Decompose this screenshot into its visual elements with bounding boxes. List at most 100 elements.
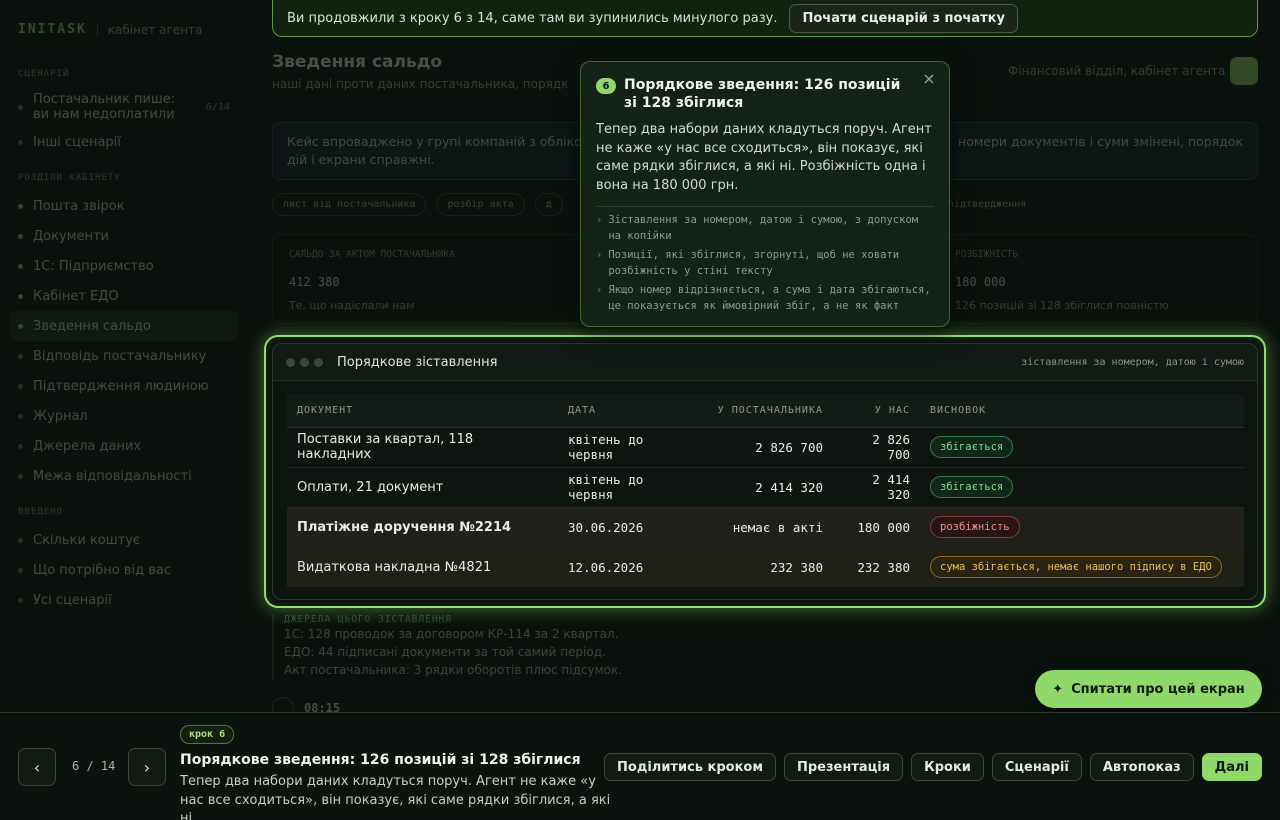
stat-caption: Те, що надіслали нам — [289, 299, 415, 312]
steps-button[interactable]: Кроки — [911, 753, 984, 781]
sidebar-item-label: Пошта звірок — [33, 198, 125, 214]
chevron-right-icon: › — [143, 757, 151, 777]
stat-label: САЛЬДО ЗА АКТОМ ПОСТАЧАЛЬНИКА — [289, 249, 455, 260]
status-badge: розбіжність — [930, 516, 1020, 538]
table-row[interactable]: Видаткова накладна №4821 12.06.2026 232 … — [287, 547, 1244, 587]
info-note-line: номери документів і суми змінені, порядо… — [958, 134, 1243, 149]
source-line: 1С: 128 проводок за договором КР-114 за … — [284, 627, 619, 641]
sidebar-item-data-sources[interactable]: Джерела даних — [10, 431, 238, 461]
column-header: У НАС — [833, 394, 920, 428]
stage-chip[interactable]: лист від постачальника — [272, 193, 427, 216]
popover-bullet: › Позиції, які збіглися, згорнуті, щоб не… — [596, 248, 934, 279]
table-row[interactable]: Платіжне доручення №2214 30.06.2026 нема… — [287, 507, 1244, 548]
window-title: Порядкове зіставлення — [337, 354, 498, 370]
chevron-right-icon: › — [596, 284, 603, 296]
step-number-badge: 6 — [596, 78, 616, 94]
stat-label: РОЗБІЖНІСТЬ — [955, 249, 1018, 260]
cell-verdict: збігається — [920, 467, 1244, 508]
stage-chip[interactable]: д — [534, 193, 563, 216]
sidebar-section-sections: РОЗДІЛИ КАБІНЕТУ — [18, 173, 121, 183]
sidebar-item-log[interactable]: Журнал — [10, 401, 238, 431]
dot-icon — [18, 139, 23, 145]
cell-our-amount: 2 826 700 — [833, 427, 920, 468]
dot-icon — [18, 413, 23, 419]
sidebar-item-all-scenarios[interactable]: Усі сценарії — [10, 585, 238, 615]
sidebar-item-balance[interactable]: Зведення сальдо — [10, 311, 238, 341]
resume-banner: Ви продовжили з кроку 6 з 14, саме там в… — [272, 0, 1258, 37]
sidebar-item-current-scenario[interactable]: Постачальник пише: ви нам недоплатили 6/… — [10, 87, 238, 127]
table-header-row: ДОКУМЕНТ ДАТА У ПОСТАЧАЛЬНИКА У НАС ВИСН… — [287, 394, 1244, 428]
sidebar-item-reply[interactable]: Відповідь постачальнику — [10, 341, 238, 371]
cell-supplier-amount: 2 826 700 — [698, 427, 833, 468]
scenarios-button[interactable]: Сценарії — [991, 753, 1082, 781]
tour-step-title: Порядкове зведення: 126 позицій зі 128 з… — [180, 752, 581, 768]
sidebar-item-label: Джерела даних — [33, 438, 142, 454]
column-header: ДОКУМЕНТ — [287, 394, 558, 428]
stat-value: 412 380 — [289, 275, 340, 289]
sidebar-item-documents[interactable]: Документи — [10, 221, 238, 251]
reconciliation-table: ДОКУМЕНТ ДАТА У ПОСТАЧАЛЬНИКА У НАС ВИСН… — [287, 394, 1244, 587]
sidebar-item-cost[interactable]: Скільки коштує — [10, 525, 238, 555]
dot-icon — [18, 537, 23, 543]
stage-chip[interactable]: підтвердження — [948, 199, 1026, 210]
stage-chips: лист від постачальника розбір акта д — [272, 193, 563, 216]
cell-document: Поставки за квартал, 118 накладних — [287, 427, 558, 468]
stage-chip[interactable]: розбір акта — [436, 193, 525, 216]
table-row[interactable]: Оплати, 21 документ квітень до червня 2 … — [287, 467, 1244, 508]
cell-date: 30.06.2026 — [558, 507, 698, 548]
sidebar-item-edo[interactable]: Кабінет ЕДО — [10, 281, 238, 311]
sidebar-item-1c[interactable]: 1С: Підприємство — [10, 251, 238, 281]
cell-date: квітень до червня — [558, 427, 698, 468]
cell-verdict: збігається — [920, 427, 1244, 468]
sidebar-item-other-scenarios[interactable]: Інші сценарії — [10, 127, 238, 157]
sources-heading: ДЖЕРЕЛА ЦЬОГО ЗІСТАВЛЕННЯ — [284, 614, 452, 625]
cell-our-amount: 180 000 — [833, 507, 920, 548]
cell-our-amount: 232 380 — [833, 547, 920, 587]
window-titlebar: Порядкове зіставлення зіставлення за ном… — [273, 344, 1257, 381]
popover-bullet-text: Зіставлення за номером, датою і сумою, з… — [608, 214, 919, 242]
popover-title: Порядкове зведення: 126 позицій зі 128 з… — [624, 77, 901, 111]
cell-document: Оплати, 21 документ — [287, 467, 558, 508]
sidebar-item-label: Інші сценарії — [33, 134, 121, 150]
page-subtitle: наші дані проти даних постачальника, пор… — [272, 77, 569, 91]
sidebar-item-label: 1С: Підприємство — [33, 258, 154, 274]
page-title: Зведення сальдо — [272, 52, 443, 72]
dot-icon — [18, 353, 23, 359]
sidebar-item-label: Межа відповідальності — [33, 468, 192, 484]
cell-document: Видаткова накладна №4821 — [287, 547, 558, 587]
next-button[interactable]: Далі — [1201, 753, 1262, 781]
sources-block: ДЖЕРЕЛА ЦЬОГО ЗІСТАВЛЕННЯ 1С: 128 провод… — [272, 614, 622, 679]
cell-verdict: сума збігається, немає нашого підпису в … — [920, 547, 1244, 587]
sidebar-item-label: Журнал — [33, 408, 88, 424]
presentation-button[interactable]: Презентація — [783, 753, 904, 781]
brand-logo: INITASK — [18, 22, 87, 37]
reconciliation-window: Порядкове зіставлення зіставлення за ном… — [272, 343, 1258, 600]
avatar[interactable] — [1230, 57, 1258, 85]
popover-bullet-text: Якщо номер відрізняється, а сума і дата … — [608, 284, 931, 312]
sidebar-item-responsibility[interactable]: Межа відповідальності — [10, 461, 238, 491]
source-line: Акт постачальника: 3 рядки оборотів плюс… — [284, 663, 623, 677]
ask-about-screen-button[interactable]: ✦ Спитати про цей екран — [1035, 670, 1262, 708]
popover-bullet: › Зіставлення за номером, датою і сумою, … — [596, 213, 934, 244]
tour-bar: ‹ 6 / 14 › крок 6 Порядкове зведення: 12… — [0, 712, 1280, 820]
next-step-arrow-button[interactable]: › — [128, 748, 166, 786]
window-dot-icon — [314, 357, 323, 367]
sidebar-item-mail[interactable]: Пошта звірок — [10, 191, 238, 221]
info-note-line: Кейс впроваджено у групі компаній з облі… — [287, 134, 590, 149]
sidebar-item-human-confirm[interactable]: Підтвердження людиною — [10, 371, 238, 401]
brand-divider — [96, 22, 98, 37]
brand-subtitle: кабінет агента — [107, 22, 203, 37]
table-row[interactable]: Поставки за квартал, 118 накладних квіте… — [287, 427, 1244, 468]
stat-caption: 126 позицій зі 128 збіглися повністю — [955, 299, 1169, 312]
status-badge: збігається — [930, 476, 1014, 498]
previous-step-button[interactable]: ‹ — [18, 748, 56, 786]
sidebar-section-intro: ВВЕДЕНО — [18, 507, 63, 517]
restart-scenario-button[interactable]: Почати сценарій з початку — [789, 4, 1018, 33]
share-step-button[interactable]: Поділитись кроком — [604, 753, 776, 781]
sidebar-item-requirements[interactable]: Що потрібно від вас — [10, 555, 238, 585]
sidebar-item-label: Постачальник пише: ви нам недоплатили — [33, 92, 176, 122]
close-icon[interactable]: × — [919, 69, 939, 89]
cell-our-amount: 2 414 320 — [833, 467, 920, 508]
autoplay-button[interactable]: Автопоказ — [1089, 753, 1194, 781]
chevron-left-icon: ‹ — [33, 757, 41, 777]
